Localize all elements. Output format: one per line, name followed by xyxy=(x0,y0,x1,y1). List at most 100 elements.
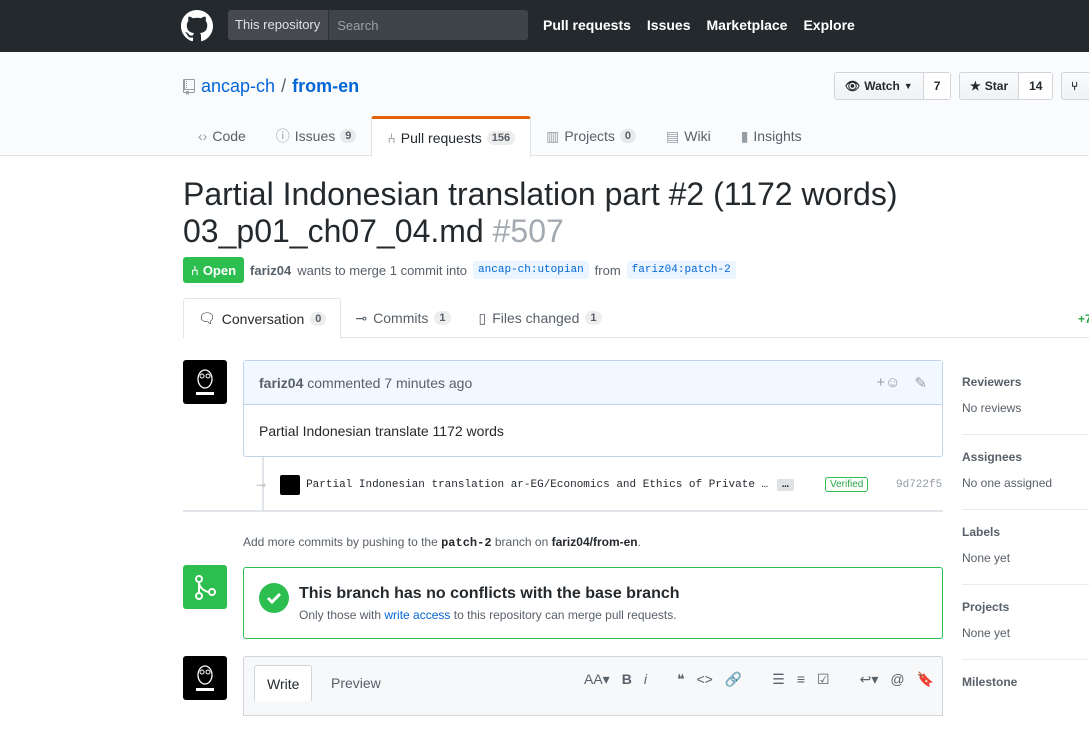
book-icon: ▤ xyxy=(666,127,680,144)
editor-toolbar: AA▾ B i ❝ <> 🔗 ☰ ≡ ☑ ↩▾ @ 🔖 xyxy=(584,671,934,688)
commit-icon: ⊸ xyxy=(256,478,267,493)
ordered-list-icon[interactable]: ≡ xyxy=(797,671,805,688)
diff-additions: +7 xyxy=(1078,312,1089,326)
comment-discussion-icon: 🗨 xyxy=(198,310,216,326)
tab-files-changed-label: Files changed xyxy=(492,310,580,326)
star-count[interactable]: 14 xyxy=(1018,73,1053,99)
tab-pull-requests-count: 156 xyxy=(486,131,516,145)
issue-icon: ⓘ xyxy=(275,128,290,144)
comment-timestamp[interactable]: commented 7 minutes ago xyxy=(307,375,472,391)
watch-label: Watch xyxy=(864,79,900,93)
commit-sha[interactable]: 9d722f5 xyxy=(896,479,942,491)
owl-avatar-icon xyxy=(196,369,214,395)
fork-button[interactable]: ⑂ xyxy=(1061,72,1089,100)
merge-status-box: This branch has no conflicts with the ba… xyxy=(243,567,943,639)
commit-message[interactable]: Partial Indonesian translation ar-EG/Eco… xyxy=(306,479,768,491)
sidebar-assignees[interactable]: Assignees No one assigned xyxy=(962,435,1089,510)
tab-conversation[interactable]: 🗨 Conversation 0 xyxy=(183,298,342,339)
timeline-divider xyxy=(183,510,943,512)
link-icon[interactable]: 🔗 xyxy=(725,671,742,688)
verified-badge[interactable]: Verified xyxy=(825,477,869,492)
sidebar-projects-heading: Projects xyxy=(962,600,1010,614)
unordered-list-icon[interactable]: ☰ xyxy=(772,671,785,688)
tab-commits-count: 1 xyxy=(434,311,451,325)
nav-marketplace[interactable]: Marketplace xyxy=(707,17,788,33)
tab-insights[interactable]: ▮ Insights xyxy=(726,116,817,156)
merge-desc-suffix: to this repository can merge pull reques… xyxy=(453,608,677,622)
nav-issues[interactable]: Issues xyxy=(647,17,691,33)
sidebar-milestone[interactable]: Milestone xyxy=(962,660,1089,735)
head-branch[interactable]: fariz04:patch-2 xyxy=(626,261,736,279)
sidebar-reviewers-heading: Reviewers xyxy=(962,375,1022,389)
tab-projects-label: Projects xyxy=(564,128,615,144)
tab-wiki-label: Wiki xyxy=(684,128,711,144)
caret-down-icon: ▼ xyxy=(903,81,913,91)
tab-code[interactable]: ‹› Code xyxy=(183,116,261,156)
base-branch[interactable]: ancap-ch:utopian xyxy=(473,261,589,279)
watch-count[interactable]: 7 xyxy=(922,73,951,99)
mention-icon[interactable]: @ xyxy=(890,671,904,688)
pr-from-text: from xyxy=(594,262,621,278)
repo-title: ancap-ch / from-en xyxy=(183,76,359,97)
tab-insights-label: Insights xyxy=(753,128,802,144)
watch-button[interactable]: 👁 Watch ▼ 7 xyxy=(834,72,952,100)
tab-wiki[interactable]: ▤ Wiki xyxy=(651,116,726,156)
reply-icon[interactable]: ↩▾ xyxy=(860,671,879,688)
add-reaction-icon[interactable]: +☺ xyxy=(876,374,900,392)
sidebar-labels[interactable]: Labels None yet xyxy=(962,510,1089,585)
sidebar-projects[interactable]: Projects None yet xyxy=(962,585,1089,660)
file-diff-icon: ▯ xyxy=(478,309,487,326)
tab-conversation-count: 0 xyxy=(310,311,327,326)
nav-pull-requests[interactable]: Pull requests xyxy=(543,17,631,33)
search-input[interactable]: Search xyxy=(329,18,378,33)
github-logo-icon[interactable] xyxy=(181,10,213,42)
comment-editor: Write Preview AA▾ B i ❝ <> 🔗 ☰ ≡ ☑ ↩▾ @ … xyxy=(243,656,943,716)
preview-tab[interactable]: Preview xyxy=(319,665,393,701)
sidebar-reviewers[interactable]: Reviewers No reviews xyxy=(962,360,1089,435)
global-nav: Pull requests Issues Marketplace Explore xyxy=(543,17,855,33)
write-tab[interactable]: Write xyxy=(254,665,313,701)
tab-files-changed[interactable]: ▯ Files changed 1 xyxy=(465,298,616,338)
sidebar-labels-heading: Labels xyxy=(962,525,1001,539)
commit-expand-button[interactable]: … xyxy=(777,479,794,491)
tab-issues[interactable]: ⓘ Issues 9 xyxy=(261,116,372,156)
comment-header: fariz04 commented 7 minutes ago +☺ ✎ xyxy=(244,361,942,405)
italic-icon[interactable]: i xyxy=(644,671,647,688)
project-icon: ▥ xyxy=(546,127,560,144)
sidebar-projects-value: None yet xyxy=(962,626,1011,640)
pr-number: #507 xyxy=(492,213,564,249)
sidebar-assignees-value: No one assigned xyxy=(962,476,1053,490)
comment-body: Partial Indonesian translate 1172 words xyxy=(259,423,504,439)
commit-author-avatar[interactable] xyxy=(280,475,301,495)
star-button[interactable]: ★ Star 14 xyxy=(959,72,1054,100)
push-hint-repo[interactable]: fariz04/from-en xyxy=(552,535,638,549)
quote-icon[interactable]: ❝ xyxy=(677,671,685,688)
pencil-icon[interactable]: ✎ xyxy=(914,374,927,392)
sidebar-assignees-heading: Assignees xyxy=(962,450,1023,464)
pr-author-link[interactable]: fariz04 xyxy=(250,263,291,278)
push-hint: Add more commits by pushing to the patch… xyxy=(243,535,641,550)
tab-pull-requests[interactable]: ⑃ Pull requests 156 xyxy=(371,116,532,157)
pr-state-badge: ⑃ Open xyxy=(183,257,245,283)
nav-explore[interactable]: Explore xyxy=(803,17,854,33)
comment-author[interactable]: fariz04 xyxy=(259,375,303,391)
text-size-icon[interactable]: AA▾ xyxy=(584,671,610,688)
pr-title: Partial Indonesian translation part #2 (… xyxy=(183,176,943,250)
avatar[interactable] xyxy=(183,656,227,700)
search-box[interactable]: This repository Search xyxy=(228,10,528,40)
merge-status-desc: Only those with write access to this rep… xyxy=(299,608,677,622)
repo-name-link[interactable]: from-en xyxy=(292,76,359,97)
tab-projects-count: 0 xyxy=(619,129,637,143)
task-list-icon[interactable]: ☑ xyxy=(817,671,830,688)
tab-commits[interactable]: ⊸ Commits 1 xyxy=(341,298,464,338)
bold-icon[interactable]: B xyxy=(622,671,632,688)
tab-projects[interactable]: ▥ Projects 0 xyxy=(531,116,651,156)
graph-icon: ▮ xyxy=(740,127,749,144)
merge-status-icon xyxy=(183,565,227,609)
push-hint-middle: branch on xyxy=(494,535,549,549)
code-icon[interactable]: <> xyxy=(697,671,713,688)
repo-owner-link[interactable]: ancap-ch xyxy=(201,76,275,97)
bookmark-icon[interactable]: 🔖 xyxy=(917,671,934,688)
write-access-link[interactable]: write access xyxy=(384,608,450,622)
avatar[interactable] xyxy=(183,360,227,404)
